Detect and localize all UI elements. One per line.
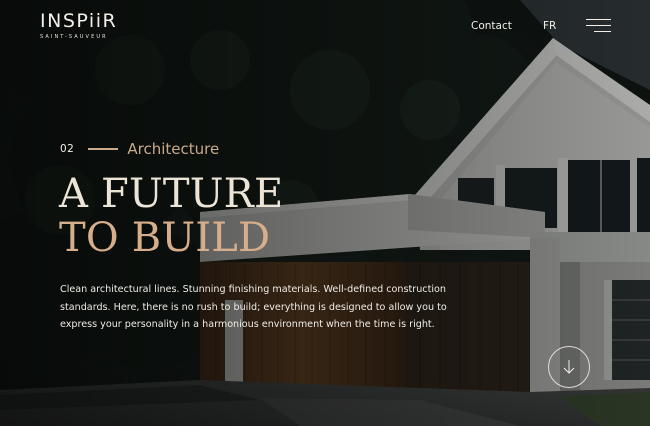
scroll-down-button[interactable] — [548, 346, 590, 388]
section-divider — [88, 148, 119, 150]
hero-title: A FUTURE TO BUILD — [59, 172, 283, 260]
section-number: 02 — [60, 143, 75, 155]
hero-title-line-1: A FUTURE — [59, 171, 284, 217]
brand-name: INSPiiR — [40, 10, 118, 32]
contact-link[interactable]: Contact — [471, 20, 512, 32]
language-switch[interactable]: FR — [543, 20, 556, 32]
menu-line — [594, 31, 611, 33]
section-indicator: 02 Architecture — [60, 140, 219, 158]
menu-line — [586, 25, 611, 27]
page: INSPiiR SAINT-SAUVEUR Contact FR 02 Arch… — [0, 0, 650, 426]
hero-description: Clean architectural lines. Stunning fini… — [60, 284, 447, 331]
brand-subtitle: SAINT-SAUVEUR — [40, 34, 108, 40]
brand-logo[interactable]: INSPiiR SAINT-SAUVEUR — [40, 11, 117, 40]
arrow-down-icon — [563, 360, 575, 374]
hero-title-line-2: TO BUILD — [59, 215, 271, 261]
section-label: Architecture — [127, 140, 220, 158]
menu-line — [586, 19, 611, 21]
hamburger-menu-icon[interactable] — [586, 19, 611, 35]
